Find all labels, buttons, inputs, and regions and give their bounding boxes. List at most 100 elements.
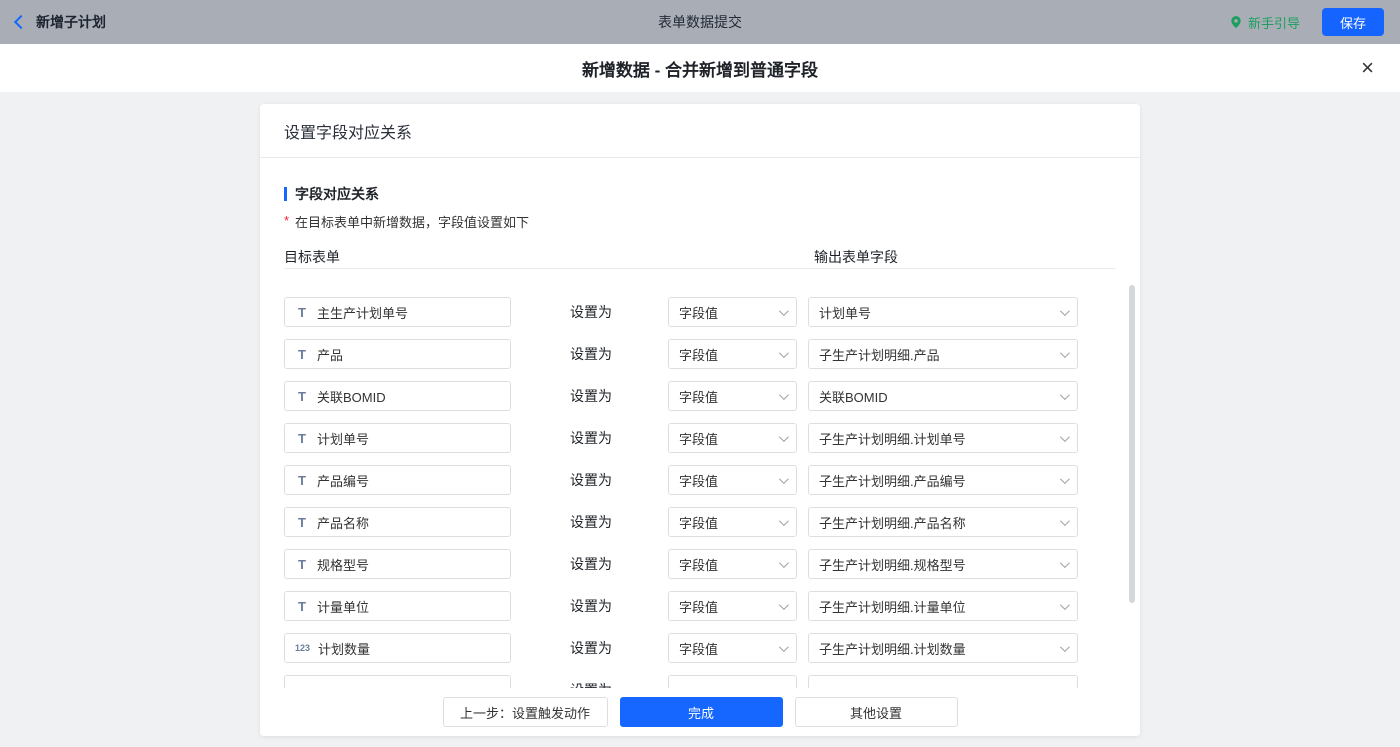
set-as-label: 设置为 xyxy=(570,512,612,532)
value-mode-select[interactable]: 字段值 xyxy=(668,591,797,621)
target-field-input[interactable]: 123 计划数量 xyxy=(284,633,511,663)
required-mark: * xyxy=(284,213,289,228)
target-field-label: 计划单号 xyxy=(317,429,369,448)
value-mode-select[interactable] xyxy=(668,675,797,688)
chevron-down-icon xyxy=(779,642,789,652)
set-as-label: 设置为 xyxy=(570,554,612,574)
field-mapping-row: T 关联BOMID 设置为 字段值 关联BOMID xyxy=(284,375,1116,417)
value-mode-selected: 字段值 xyxy=(679,387,718,406)
value-mode-select[interactable]: 字段值 xyxy=(668,633,797,663)
output-field-select[interactable]: 子生产计划明细.产品 xyxy=(808,339,1078,369)
text-field-icon: T xyxy=(295,473,309,488)
chevron-down-icon xyxy=(1060,558,1070,568)
previous-step-button[interactable]: 上一步：设置触发动作 xyxy=(443,697,608,727)
chevron-down-icon xyxy=(1060,642,1070,652)
output-field-select[interactable]: 计划单号 xyxy=(808,297,1078,327)
output-field-select[interactable]: 子生产计划明细.计量单位 xyxy=(808,591,1078,621)
target-field-input[interactable] xyxy=(284,675,511,688)
target-field-label: 计量单位 xyxy=(317,597,369,616)
field-mapping-row: 123 计划数量 设置为 字段值 子生产计划明细.计划数量 xyxy=(284,627,1116,669)
value-mode-select[interactable]: 字段值 xyxy=(668,465,797,495)
value-mode-selected: 字段值 xyxy=(679,597,718,616)
chevron-down-icon xyxy=(1060,600,1070,610)
value-mode-select[interactable]: 字段值 xyxy=(668,339,797,369)
other-settings-button[interactable]: 其他设置 xyxy=(795,697,958,727)
set-as-label: 设置为 xyxy=(570,596,612,616)
chevron-down-icon xyxy=(1060,432,1070,442)
done-button[interactable]: 完成 xyxy=(620,697,783,727)
value-mode-select[interactable]: 字段值 xyxy=(668,549,797,579)
value-mode-selected: 字段值 xyxy=(679,303,718,322)
value-mode-selected: 字段值 xyxy=(679,639,718,658)
output-field-selected: 计划单号 xyxy=(819,303,871,322)
value-mode-select[interactable]: 字段值 xyxy=(668,381,797,411)
section-title-label: 字段对应关系 xyxy=(295,184,379,204)
chevron-down-icon xyxy=(779,600,789,610)
target-field-label: 产品 xyxy=(317,345,343,364)
field-mapping-row: T 产品编号 设置为 字段值 子生产计划明细.产品编号 xyxy=(284,459,1116,501)
value-mode-selected: 字段值 xyxy=(679,513,718,532)
set-as-label: 设置为 xyxy=(570,344,612,364)
target-field-input[interactable]: T 关联BOMID xyxy=(284,381,511,411)
target-field-input[interactable]: T 规格型号 xyxy=(284,549,511,579)
back-label[interactable]: 新增子计划 xyxy=(36,12,106,32)
value-mode-selected: 字段值 xyxy=(679,429,718,448)
number-field-icon: 123 xyxy=(295,643,310,653)
card-header: 设置字段对应关系 xyxy=(260,104,1140,158)
target-field-input[interactable]: T 产品 xyxy=(284,339,511,369)
chevron-down-icon xyxy=(779,348,789,358)
output-field-selected: 子生产计划明细.计划数量 xyxy=(819,639,966,658)
field-mapping-row: T 产品 设置为 字段值 子生产计划明细.产品 xyxy=(284,333,1116,375)
output-field-select[interactable]: 子生产计划明细.规格型号 xyxy=(808,549,1078,579)
chevron-left-icon[interactable] xyxy=(14,15,28,29)
field-mapping-row: 设置为 xyxy=(284,669,1116,688)
chevron-down-icon xyxy=(779,474,789,484)
target-field-label: 规格型号 xyxy=(317,555,369,574)
output-field-selected: 子生产计划明细.计划单号 xyxy=(819,429,966,448)
field-mapping-row: T 计量单位 设置为 字段值 子生产计划明细.计量单位 xyxy=(284,585,1116,627)
output-field-selected: 子生产计划明细.规格型号 xyxy=(819,555,966,574)
text-field-icon: T xyxy=(295,599,309,614)
output-field-select[interactable]: 子生产计划明细.产品编号 xyxy=(808,465,1078,495)
topbar-actions: 新手引导 保存 xyxy=(1229,8,1384,36)
value-mode-select[interactable]: 字段值 xyxy=(668,297,797,327)
value-mode-selected: 字段值 xyxy=(679,471,718,490)
beginner-guide-link[interactable]: 新手引导 xyxy=(1229,13,1300,32)
chevron-down-icon xyxy=(779,558,789,568)
back-navigation[interactable]: 新增子计划 xyxy=(16,12,106,32)
vertical-scrollbar[interactable] xyxy=(1129,285,1135,603)
output-field-select[interactable]: 关联BOMID xyxy=(808,381,1078,411)
value-mode-select[interactable]: 字段值 xyxy=(668,423,797,453)
chevron-down-icon xyxy=(1060,306,1070,316)
chevron-down-icon xyxy=(779,432,789,442)
target-field-label: 计划数量 xyxy=(318,639,370,658)
target-field-input[interactable]: T 产品编号 xyxy=(284,465,511,495)
target-field-input[interactable]: T 产品名称 xyxy=(284,507,511,537)
card-footer: 上一步：设置触发动作 完成 其他设置 xyxy=(260,688,1140,736)
save-button[interactable]: 保存 xyxy=(1322,8,1384,36)
text-field-icon: T xyxy=(295,515,309,530)
accent-bar xyxy=(284,187,287,201)
close-icon[interactable]: × xyxy=(1361,57,1374,79)
target-field-input[interactable]: T 计划单号 xyxy=(284,423,511,453)
chevron-down-icon xyxy=(779,306,789,316)
chevron-down-icon xyxy=(779,390,789,400)
output-field-selected: 关联BOMID xyxy=(819,387,888,406)
output-field-select[interactable]: 子生产计划明细.产品名称 xyxy=(808,507,1078,537)
output-field-select[interactable] xyxy=(808,675,1078,688)
target-field-input[interactable]: T 主生产计划单号 xyxy=(284,297,511,327)
output-field-select[interactable]: 子生产计划明细.计划单号 xyxy=(808,423,1078,453)
chevron-down-icon xyxy=(1060,348,1070,358)
target-field-label: 产品编号 xyxy=(317,471,369,490)
output-field-select[interactable]: 子生产计划明细.计划数量 xyxy=(808,633,1078,663)
value-mode-selected: 字段值 xyxy=(679,555,718,574)
text-field-icon: T xyxy=(295,431,309,446)
field-mapping-row: T 主生产计划单号 设置为 字段值 计划单号 xyxy=(284,291,1116,333)
set-as-label: 设置为 xyxy=(570,680,612,688)
target-field-input[interactable]: T 计量单位 xyxy=(284,591,511,621)
field-mapping-row: T 产品名称 设置为 字段值 子生产计划明细.产品名称 xyxy=(284,501,1116,543)
value-mode-select[interactable]: 字段值 xyxy=(668,507,797,537)
output-field-selected: 子生产计划明细.产品名称 xyxy=(819,513,966,532)
chevron-down-icon xyxy=(1060,474,1070,484)
section-title: 字段对应关系 xyxy=(284,184,1116,204)
